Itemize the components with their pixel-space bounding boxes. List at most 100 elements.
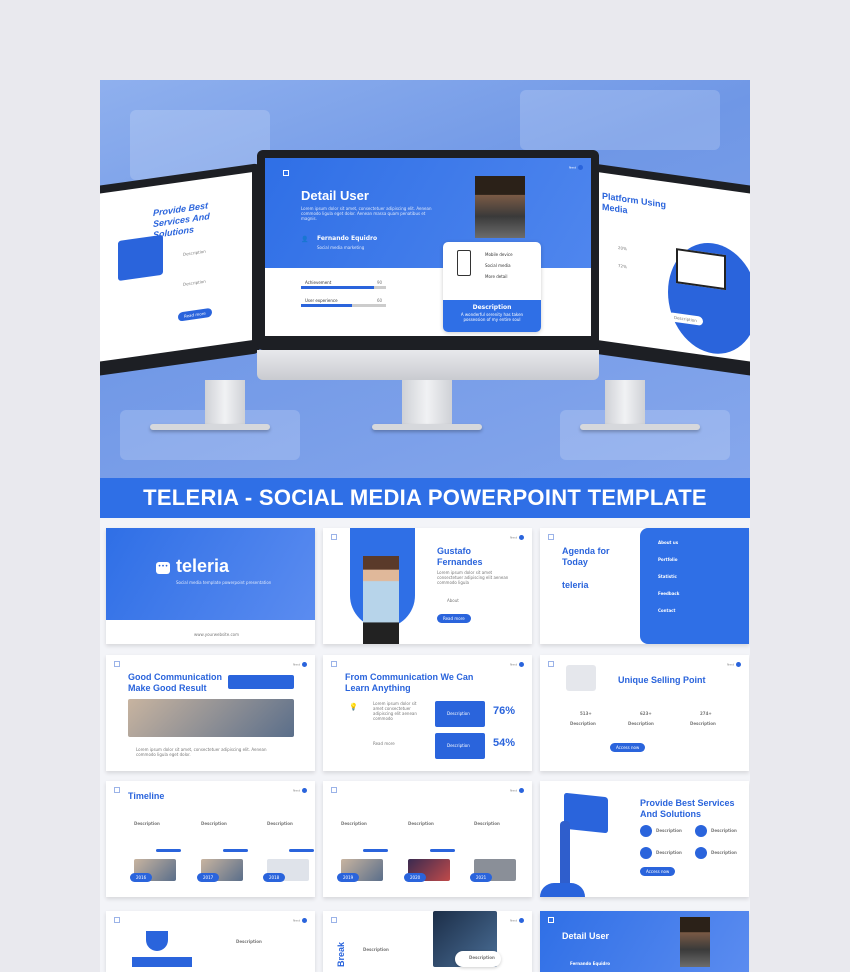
access-now-button[interactable]: Access now <box>640 867 676 876</box>
next-label: Next <box>510 788 524 793</box>
user-photo <box>680 917 710 967</box>
cover-url: www.yourwebsite.com <box>194 632 240 637</box>
learn-title: From Communication We Can Learn Anything <box>345 672 474 693</box>
puzzle-image <box>566 665 596 691</box>
agenda-list: About us Portfolio Statistic Feedback Co… <box>640 528 749 644</box>
slide-learn[interactable]: Next From Communication We Can Learn Any… <box>323 655 532 771</box>
template-title-banner: TELERIA - SOCIAL MEDIA POWERPOINT TEMPLA… <box>100 478 750 518</box>
year-badge: 2017 <box>197 873 220 882</box>
center-monitor: Next Detail User Lorem ipsum dolor sit a… <box>257 150 599 380</box>
detail-body: Lorem ipsum dolor sit amet, consectetuer… <box>301 206 432 221</box>
left-monitor: Provide Best Services And Solutions Desc… <box>100 163 260 377</box>
year-badge: 2019 <box>337 873 360 882</box>
timeline-title: Timeline <box>128 791 165 801</box>
slide-timeline[interactable]: Next Timeline Description Description De… <box>106 781 315 897</box>
stat-value: 90 <box>377 280 383 285</box>
description-card: Mobile device Social media More detail D… <box>443 242 541 332</box>
agenda-item[interactable]: About us <box>658 540 749 557</box>
slide-communication[interactable]: Next Good Communication Make Good Result… <box>106 655 315 771</box>
timeline-item: Description <box>134 821 160 826</box>
stat-value: 60 <box>377 298 383 303</box>
cover-subtitle: Social media template powerpoint present… <box>176 580 272 585</box>
right-monitor: Platform Using Media 20% 72% Description <box>590 163 750 377</box>
next-label: Next <box>293 788 307 793</box>
feature: Social media <box>485 263 511 268</box>
stat-value: 54% <box>493 737 516 749</box>
service-item: Description <box>656 850 682 855</box>
stat-label: Description <box>447 743 470 748</box>
progress-experience <box>301 304 352 307</box>
template-preview: Provide Best Services And Solutions Desc… <box>100 80 750 972</box>
feature: More detail <box>485 274 508 279</box>
next-label: Next <box>510 918 524 923</box>
agenda-item[interactable]: Contact <box>658 608 749 625</box>
slide-award[interactable]: Next Description <box>106 911 315 972</box>
slide-profile[interactable]: Next Gustafo Fernandes Lorem ipsum dolor… <box>323 528 532 644</box>
progress-achievement <box>301 286 375 289</box>
user-icon: 👤 <box>301 236 309 243</box>
agenda-brand: teleria <box>562 580 589 590</box>
trophy-icon <box>146 931 168 951</box>
next-label: Next <box>569 165 583 170</box>
agenda-item[interactable]: Statistic <box>658 574 749 591</box>
stat-label: Description <box>570 721 596 726</box>
services-title: Provide Best Services And Solutions <box>640 798 735 819</box>
service-item: Description <box>711 850 737 855</box>
usp-title: Unique Selling Point <box>618 675 706 685</box>
communication-title: Good Communication Make Good Result <box>128 672 222 693</box>
next-label: Next <box>293 662 307 667</box>
stat-label: Description <box>690 721 716 726</box>
stat-value: 274+ <box>700 711 712 716</box>
chat-logo-icon: ••• <box>156 562 170 574</box>
slide-detail-user[interactable]: Detail User Fernando Equidro <box>540 911 749 972</box>
about-label: About <box>447 598 459 603</box>
right-stat: 72% <box>618 262 627 270</box>
card-text: A wonderful serenity has taken possessio… <box>460 312 524 322</box>
slide-services[interactable]: Provide Best Services And Solutions Desc… <box>540 781 749 897</box>
right-stat: 20% <box>618 244 627 252</box>
timeline-item: Description <box>201 821 227 826</box>
brand-logo: teleria <box>176 556 230 576</box>
agenda-item[interactable]: Portfolio <box>658 557 749 574</box>
slide-break[interactable]: Next Break Description Description <box>323 911 532 972</box>
lightbulb-icon: 💡 <box>349 703 358 711</box>
next-label: Next <box>510 662 524 667</box>
read-more-button[interactable]: Read more <box>178 307 212 322</box>
illustration-person <box>560 821 570 887</box>
timeline-item: Description <box>408 821 434 826</box>
user-photo <box>475 176 525 238</box>
slide-cover[interactable]: ••• teleria Social media template powerp… <box>106 528 315 644</box>
detail-name: Fernando Equidro <box>570 961 611 966</box>
left-item: Description <box>183 248 206 257</box>
slide-usp[interactable]: Next Unique Selling Point 513+ Descripti… <box>540 655 749 771</box>
timeline-item: Description <box>474 821 500 826</box>
slide-timeline-2[interactable]: Next Description Description Description… <box>323 781 532 897</box>
read-more-link[interactable]: Read more <box>373 741 395 746</box>
person-photo <box>363 556 399 644</box>
detail-title: Detail User <box>562 931 610 941</box>
stat-label: User experience <box>305 298 338 303</box>
hero-mockup: Provide Best Services And Solutions Desc… <box>100 80 750 478</box>
left-slide-title: Provide Best Services And Solutions <box>153 200 210 241</box>
year-badge: 2021 <box>470 873 493 882</box>
year-badge: 2016 <box>130 873 153 882</box>
break-label: Description <box>363 947 389 952</box>
access-now-button[interactable]: Access now <box>610 743 646 752</box>
stat-value: 623+ <box>640 711 652 716</box>
next-label: Next <box>510 535 524 540</box>
next-label: Next <box>293 918 307 923</box>
right-slide-title: Platform Using Media <box>602 190 667 216</box>
break-title: Break <box>336 941 347 968</box>
user-role: Social media marketing <box>317 245 365 250</box>
left-item: Description <box>183 278 206 287</box>
year-badge: 2018 <box>263 873 286 882</box>
illustration-board <box>564 792 608 834</box>
read-more-button[interactable]: Read more <box>437 614 471 623</box>
agenda-item[interactable]: Feedback <box>658 591 749 608</box>
stat-value: 76% <box>493 705 516 717</box>
stat-label: Description <box>447 711 470 716</box>
agenda-title: Agenda for Today <box>562 546 610 567</box>
stat-label: Description <box>628 721 654 726</box>
slide-agenda[interactable]: Agenda for Today teleria About us Portfo… <box>540 528 749 644</box>
team-photo <box>128 699 294 737</box>
